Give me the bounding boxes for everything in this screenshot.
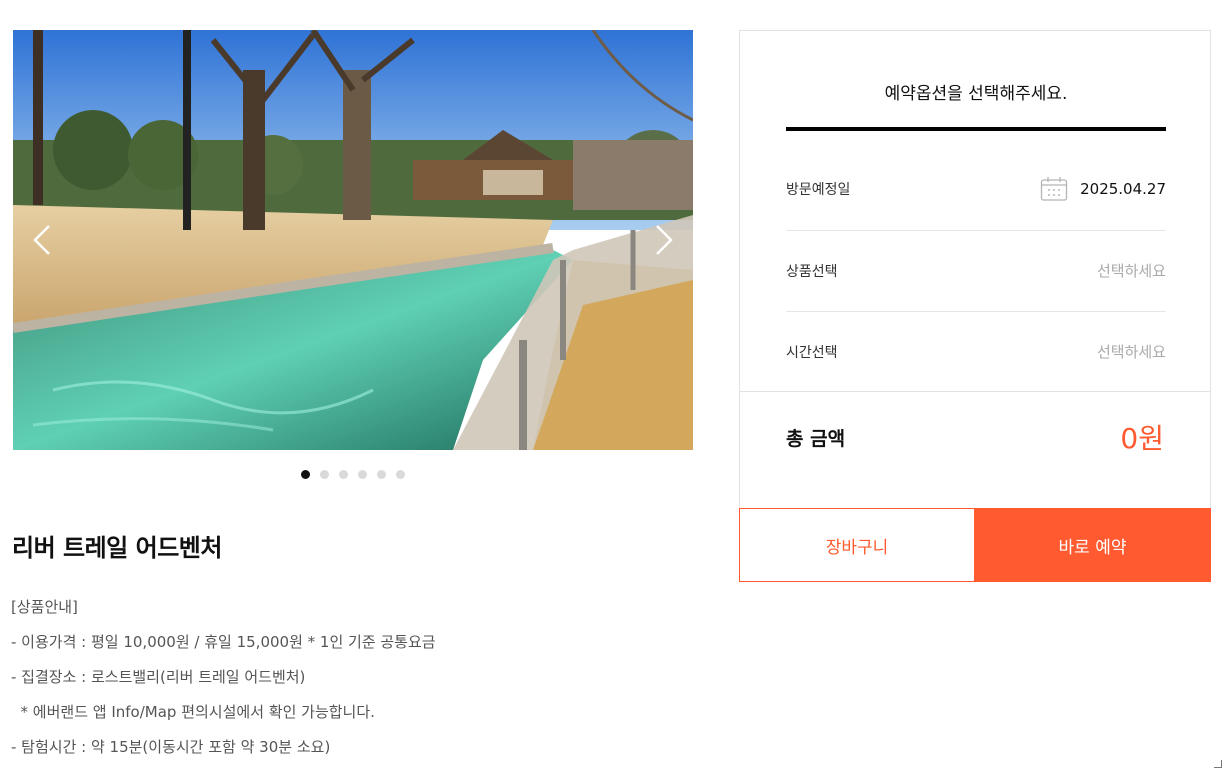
carousel-next-button[interactable]	[643, 220, 683, 260]
visit-date-row[interactable]: 방문예정일 2025.04.27	[786, 149, 1166, 229]
carousel-pagination	[301, 470, 405, 479]
time-select-label: 시간선택	[786, 344, 838, 361]
total-price-value: 0원	[1120, 422, 1164, 455]
product-select[interactable]: 선택하세요	[1097, 260, 1166, 281]
product-title: 리버 트레일 어드벤처	[12, 534, 222, 562]
product-info: [상품안내] - 이용가격 : 평일 10,000원 / 휴일 15,000원 …	[11, 596, 436, 770]
chevron-left-icon	[33, 225, 50, 255]
info-line: - 탐험시간 : 약 15분(이동시간 포함 약 30분 소요)	[11, 738, 331, 756]
time-select-row[interactable]: 시간선택 선택하세요	[786, 311, 1166, 391]
visit-date-value: 2025.04.27	[1080, 180, 1166, 198]
carousel-dot[interactable]	[377, 470, 386, 479]
carousel-dot[interactable]	[396, 470, 405, 479]
carousel-dot[interactable]	[339, 470, 348, 479]
book-now-button[interactable]: 바로 예약	[974, 508, 1211, 582]
visit-date-label: 방문예정일	[786, 182, 851, 198]
chevron-right-icon	[656, 225, 673, 255]
booking-panel: 예약옵션을 선택해주세요. 방문예정일 2025.04.27 상품선택 선택하세…	[739, 30, 1211, 508]
total-price-label: 총 금액	[786, 428, 846, 450]
info-line: [상품안내]	[11, 598, 78, 616]
total-price-section: 총 금액 0원	[740, 391, 1210, 481]
product-image-carousel[interactable]	[13, 30, 693, 450]
carousel-dot[interactable]	[358, 470, 367, 479]
add-to-cart-button[interactable]: 장바구니	[739, 508, 975, 582]
product-select-row[interactable]: 상품선택 선택하세요	[786, 230, 1166, 310]
carousel-prev-button[interactable]	[23, 220, 63, 260]
calendar-icon[interactable]	[1040, 176, 1068, 202]
time-select[interactable]: 선택하세요	[1097, 341, 1166, 362]
info-line: * 에버랜드 앱 Info/Map 편의시설에서 확인 가능합니다.	[11, 703, 375, 721]
carousel-dot[interactable]	[301, 470, 310, 479]
product-select-label: 상품선택	[786, 263, 838, 280]
info-line: - 집결장소 : 로스트밸리(리버 트레일 어드벤처)	[11, 668, 306, 686]
info-line: - 이용가격 : 평일 10,000원 / 휴일 15,000원 * 1인 기준…	[11, 633, 436, 651]
product-photo	[13, 30, 693, 450]
booking-heading: 예약옵션을 선택해주세요.	[786, 73, 1166, 131]
carousel-dot[interactable]	[320, 470, 329, 479]
visit-date-picker[interactable]: 2025.04.27	[1040, 176, 1166, 202]
resize-handle[interactable]	[1214, 760, 1222, 768]
